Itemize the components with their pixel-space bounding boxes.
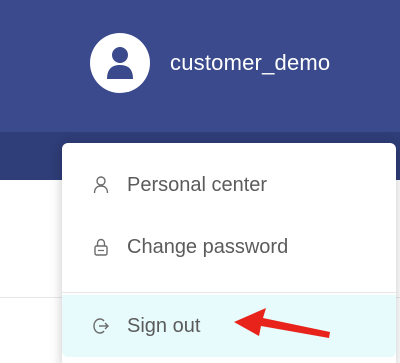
menu-item-label: Personal center [127,173,268,196]
user-icon [107,47,133,79]
lock-icon [93,238,109,256]
person-icon [93,176,109,194]
logout-icon [93,317,109,335]
avatar[interactable] [90,33,150,93]
menu-item-personal-center[interactable]: Personal center [62,161,396,209]
red-arrow-annotation [234,308,330,338]
username-label[interactable]: customer_demo [170,50,330,76]
app-screen: customer_demo Personal center Change pas… [0,0,400,363]
menu-item-label: Sign out [127,314,201,337]
menu-separator [62,292,396,293]
menu-item-label: Change password [127,235,289,258]
user-menu-trigger[interactable]: customer_demo [90,33,330,93]
menu-item-change-password[interactable]: Change password [62,223,396,271]
